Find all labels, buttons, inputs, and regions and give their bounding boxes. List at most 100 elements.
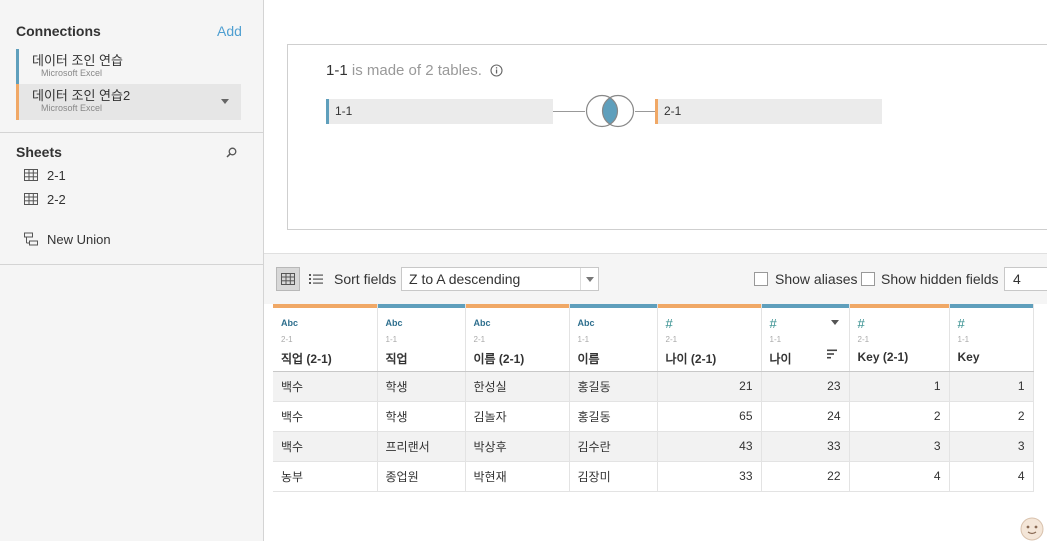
cell[interactable]: 24 (761, 401, 850, 432)
cell[interactable]: 4 (949, 461, 1034, 492)
join-connector (635, 111, 655, 112)
sort-fields-select[interactable]: Z to A descending (401, 267, 599, 291)
column-header[interactable]: # 1-1 나이 (761, 304, 850, 372)
sort-descending-icon[interactable] (826, 349, 837, 359)
column-source: 2-1 (857, 335, 870, 344)
add-connection-link[interactable]: Add (217, 23, 242, 39)
cell[interactable]: 23 (761, 371, 850, 402)
column-header[interactable]: Abc 1-1 이름 (569, 304, 658, 372)
column-name: 직업 (2-1) (281, 352, 332, 366)
cell[interactable]: 3 (949, 431, 1034, 462)
sheet-item-2-1[interactable]: 2-1 (24, 166, 66, 184)
connection-type: Microsoft Excel (41, 68, 103, 78)
inner-join-icon[interactable] (585, 94, 635, 128)
string-type-icon[interactable]: Abc (386, 318, 465, 332)
table-icon (24, 193, 38, 205)
header-row: Abc 2-1 직업 (2-1) Abc 1-1 직업 Abc 2-1 이름 (… (273, 304, 1034, 372)
join-connector (553, 111, 585, 112)
column-name: 직업 (385, 352, 408, 366)
column-source: 2-1 (281, 335, 293, 344)
cell[interactable]: 한성실 (465, 371, 570, 402)
cell[interactable]: 33 (761, 431, 850, 462)
cell[interactable]: 43 (657, 431, 762, 462)
info-icon[interactable] (490, 64, 503, 77)
column-source: 1-1 (385, 335, 398, 344)
column-name: 나이 (2-1) (665, 352, 717, 366)
table-row: 백수 학생 한성실 홍길동 21 23 1 1 (273, 371, 1034, 402)
sidebar: Connections Add 데이터 조인 연습 Microsoft Exce… (0, 0, 264, 541)
cell[interactable]: 홍길동 (569, 401, 658, 432)
connection-item-1[interactable]: 데이터 조인 연습 Microsoft Excel (16, 49, 241, 85)
cell[interactable]: 농부 (273, 461, 378, 492)
show-hidden-fields-label: Show hidden fields (881, 271, 999, 287)
cell[interactable]: 2 (849, 401, 950, 432)
connection-name: 데이터 조인 연습 (32, 53, 123, 68)
cell[interactable]: 백수 (273, 431, 378, 462)
table-row: 백수 학생 김놀자 홍길동 65 24 2 2 (273, 401, 1034, 432)
number-type-icon[interactable]: # (958, 316, 1033, 332)
left-table-pill[interactable]: 1-1 (326, 99, 553, 124)
cell[interactable]: 백수 (273, 401, 378, 432)
rows-input[interactable]: 4 (1004, 267, 1047, 291)
sheet-item-2-2[interactable]: 2-2 (24, 190, 66, 208)
new-union-item[interactable]: New Union (24, 230, 111, 248)
logical-table-name: 1-1 (326, 62, 348, 79)
column-name: Key (957, 350, 980, 364)
data-grid-area: Abc 2-1 직업 (2-1) Abc 1-1 직업 Abc 2-1 이름 (… (264, 304, 1047, 541)
cell[interactable]: 김놀자 (465, 401, 570, 432)
chevron-down-icon[interactable] (580, 268, 598, 290)
string-type-icon[interactable]: Abc (281, 318, 377, 332)
cell[interactable]: 프리랜서 (377, 431, 466, 462)
sheet-label: 2-1 (47, 167, 66, 183)
cell[interactable]: 종업원 (377, 461, 466, 492)
cell[interactable]: 홍길동 (569, 371, 658, 402)
string-type-icon[interactable]: Abc (474, 318, 569, 332)
right-table-pill[interactable]: 2-1 (655, 99, 882, 124)
column-header[interactable]: Abc 2-1 직업 (2-1) (273, 304, 378, 372)
number-type-icon[interactable]: # (666, 316, 761, 332)
connection-item-2[interactable]: 데이터 조인 연습2 Microsoft Excel (16, 84, 241, 120)
cell[interactable]: 박상후 (465, 431, 570, 462)
cell[interactable]: 1 (849, 371, 950, 402)
sort-fields-label: Sort fields (334, 271, 397, 287)
column-source: 2-1 (665, 335, 678, 344)
chevron-down-icon[interactable] (221, 99, 229, 104)
string-type-icon[interactable]: Abc (578, 318, 657, 332)
cell[interactable]: 1 (949, 371, 1034, 402)
column-header[interactable]: Abc 2-1 이름 (2-1) (465, 304, 570, 372)
cell[interactable]: 학생 (377, 371, 466, 402)
grid-view-button[interactable] (276, 267, 300, 291)
cell[interactable]: 4 (849, 461, 950, 492)
cell[interactable]: 65 (657, 401, 762, 432)
column-name: 이름 (2-1) (473, 352, 525, 366)
cell[interactable]: 김장미 (569, 461, 658, 492)
cell[interactable]: 33 (657, 461, 762, 492)
connection-name: 데이터 조인 연습2 (32, 88, 131, 103)
made-of-label: is made of 2 tables. (351, 62, 482, 79)
column-header[interactable]: # 2-1 Key (2-1) (849, 304, 950, 372)
column-header[interactable]: # 2-1 나이 (2-1) (657, 304, 762, 372)
cell[interactable]: 3 (849, 431, 950, 462)
connections-title: Connections (16, 23, 101, 39)
data-source-page: Connections Add 데이터 조인 연습 Microsoft Exce… (0, 0, 1047, 541)
show-aliases-checkbox[interactable] (754, 272, 768, 286)
list-view-button[interactable] (304, 267, 328, 291)
cell[interactable]: 22 (761, 461, 850, 492)
column-source: 1-1 (957, 335, 970, 344)
column-source: 2-1 (473, 335, 486, 344)
search-icon[interactable] (226, 147, 237, 158)
chevron-down-icon[interactable] (830, 320, 839, 325)
cell[interactable]: 백수 (273, 371, 378, 402)
number-type-icon[interactable]: # (858, 316, 949, 332)
cell[interactable]: 21 (657, 371, 762, 402)
cell[interactable]: 김수란 (569, 431, 658, 462)
cell[interactable]: 2 (949, 401, 1034, 432)
column-name: 이름 (577, 352, 600, 366)
cell[interactable]: 학생 (377, 401, 466, 432)
made-of-text: 1-1 is made of 2 tables. (326, 62, 503, 79)
column-header[interactable]: # 1-1 Key (949, 304, 1034, 372)
show-hidden-fields-checkbox[interactable] (861, 272, 875, 286)
cell[interactable]: 박현재 (465, 461, 570, 492)
column-header[interactable]: Abc 1-1 직업 (377, 304, 466, 372)
grid-toolbar: Sort fields Z to A descending Show alias… (264, 253, 1047, 304)
